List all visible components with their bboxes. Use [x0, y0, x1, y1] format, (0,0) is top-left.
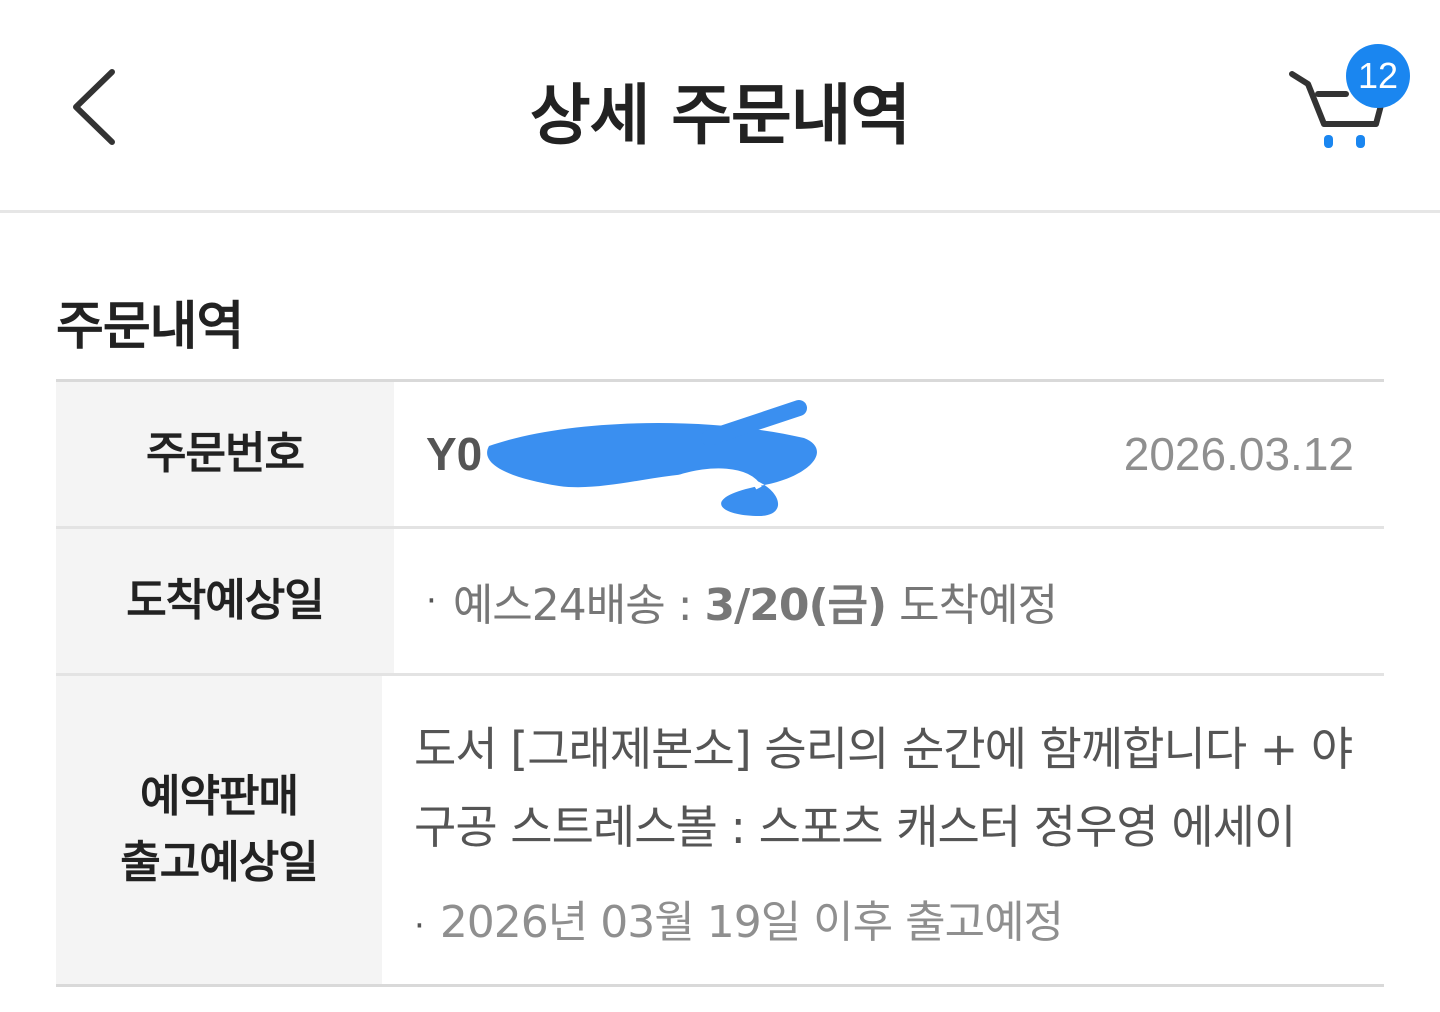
product-name-link[interactable]: 도서 [그래제본소] 승리의 순간에 함께합니다 + 야구공 스트레스볼 : 스…: [414, 710, 1354, 866]
cart-count-badge: 12: [1346, 44, 1410, 108]
preorder-label-line2: 출고예상일: [120, 837, 318, 888]
preorder-label-line1: 예약판매: [140, 771, 299, 822]
preorder-cell: 도서 [그래제본소] 승리의 순간에 함께합니다 + 야구공 스트레스볼 : 스…: [382, 676, 1384, 984]
arrival-prefix: 예스24배송 :: [452, 580, 705, 631]
arrival-suffix: 도착예정: [886, 580, 1058, 631]
preorder-label: 예약판매 출고예상일: [56, 676, 382, 984]
ship-note: · 2026년 03월 19일 이후 출고예정: [414, 886, 1354, 950]
ship-note-text: 2026년 03월 19일 이후 출고예정: [439, 897, 1064, 948]
order-number-cell: Y0 2026.03.12: [394, 382, 1384, 526]
arrival-date: 3/20(금): [704, 580, 888, 631]
preorder-row: 예약판매 출고예상일 도서 [그래제본소] 승리의 순간에 함께합니다 + 야구…: [56, 676, 1384, 987]
arrival-row: 도착예상일 · 예스24배송 : 3/20(금) 도착예정: [56, 529, 1384, 676]
top-header: 상세 주문내역 12: [0, 0, 1440, 213]
arrival-label: 도착예상일: [56, 529, 394, 673]
arrival-cell: · 예스24배송 : 3/20(금) 도착예정: [394, 529, 1384, 673]
page-title: 상세 주문내역: [529, 77, 911, 154]
bullet: ·: [414, 906, 425, 946]
bullet: ·: [426, 581, 437, 621]
order-number-row: 주문번호 Y0 2026.03.12: [56, 382, 1384, 529]
order-number-value: Y0: [426, 428, 483, 480]
product-info: 도서 [그래제본소] 승리의 순간에 함께합니다 + 야구공 스트레스볼 : 스…: [414, 710, 1354, 950]
order-number-label: 주문번호: [56, 382, 394, 526]
redaction-scribble: [487, 400, 817, 516]
order-info-table: 주문번호 Y0 2026.03.12 도착예상일 · 예스24배송 : 3/20…: [56, 379, 1384, 987]
arrival-text: 예스24배송 : 3/20(금) 도착예정: [452, 569, 1058, 633]
section-title: 주문내역: [56, 297, 244, 357]
order-date: 2026.03.12: [1123, 428, 1354, 480]
